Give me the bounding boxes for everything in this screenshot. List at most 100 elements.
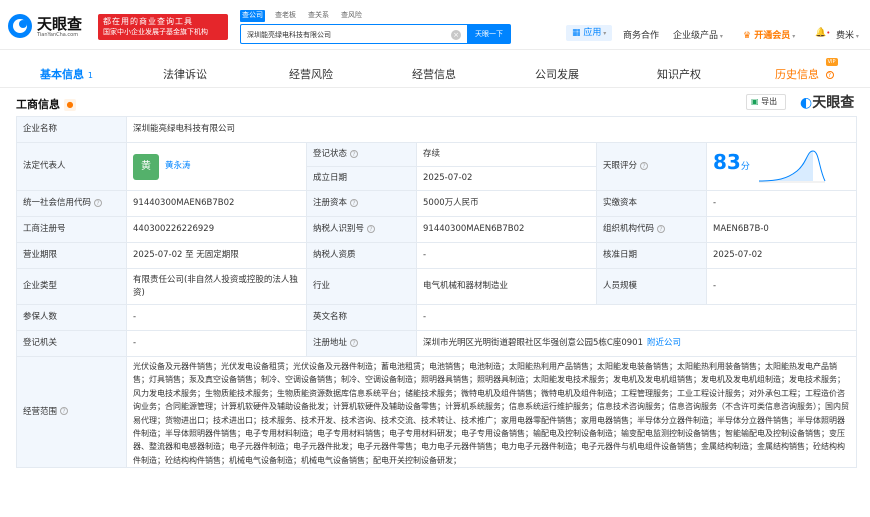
vip-flag: VIP: [825, 58, 838, 66]
staff-size-label: 人员规模: [596, 268, 707, 305]
scope-value: 光伏设备及元器件销售；光伏发电设备租赁；光伏设备及元器件制造；蓄电池租赁；电池销…: [125, 355, 858, 469]
reg-capital-value: 5000万人民币: [416, 190, 597, 217]
taxpayer-qual-label: 纳税人资质: [306, 242, 417, 269]
company-name-label: 企业名称: [16, 116, 127, 143]
taxpayer-id-label-text: 纳税人识别号: [313, 224, 365, 234]
help-icon[interactable]: ?: [640, 161, 649, 170]
term-label: 营业期限: [16, 242, 127, 269]
tab-label: 基本信息: [40, 68, 84, 81]
search-tab-company[interactable]: 查公司: [240, 10, 265, 22]
english-name-label: 英文名称: [306, 304, 417, 331]
tab-basic-info[interactable]: 基本信息 1: [40, 66, 93, 82]
help-icon[interactable]: ?: [350, 198, 359, 207]
address-cell: 深圳市光明区光明街道碧眼社区华强创意公园5栋C座0901 附近公司: [415, 330, 858, 357]
approved-label: 核准日期: [596, 242, 707, 269]
reg-status-label-text: 登记状态: [313, 149, 348, 159]
enterprise-menu[interactable]: 企业级产品 ▾: [673, 28, 723, 41]
main-tabs: 基本信息 1 法律诉讼 经营风险 经营信息 公司发展 知识产权 历史信息 ? VI…: [0, 58, 870, 88]
logo-icon: [8, 14, 32, 38]
tab-ip[interactable]: 知识产权: [657, 66, 701, 82]
established-label: 成立日期: [306, 166, 417, 191]
tab-development[interactable]: 公司发展: [535, 66, 579, 82]
established-value: 2025-07-02: [416, 166, 597, 191]
table-row: 企业名称 深圳能亮绿电科技有限公司: [16, 116, 858, 143]
chevron-down-icon: ▾: [790, 33, 796, 40]
help-icon[interactable]: ?: [60, 407, 69, 416]
authority-label: 登记机关: [16, 330, 127, 357]
address-label-text: 注册地址: [313, 338, 348, 348]
chevron-down-icon: ▾: [854, 33, 859, 40]
tab-risk[interactable]: 经营风险: [289, 66, 333, 82]
address-label: 注册地址?: [306, 330, 417, 357]
legal-rep-link[interactable]: 黄永涛: [165, 161, 191, 171]
tab-legal[interactable]: 法律诉讼: [163, 66, 207, 82]
help-icon[interactable]: ?: [350, 149, 359, 158]
scope-label: 经营范围?: [16, 355, 127, 469]
english-name-value: -: [415, 304, 858, 331]
search-tab-boss[interactable]: 查老板: [273, 10, 298, 22]
insured-label: 参保人数: [16, 304, 127, 331]
brand-watermark: ◐天眼查: [800, 92, 854, 112]
top-bar: 天眼查 TianYanCha.com 都在用的商业查询工具 国家中小企业发展子基…: [0, 0, 870, 50]
table-row: 工商注册号 440300226226929 纳税人识别号? 91440300MA…: [16, 216, 858, 243]
table-row: 参保人数 - 英文名称 -: [16, 304, 858, 331]
business-info-table: 企业名称 深圳能亮绿电科技有限公司 法定代表人 黄黄永涛 登记状态? 存续 天眼…: [16, 116, 858, 469]
tab-history[interactable]: 历史信息 ? VIP: [775, 58, 838, 82]
logo[interactable]: 天眼查 TianYanCha.com: [6, 10, 96, 42]
company-name-value: 深圳能亮绿电科技有限公司: [125, 116, 858, 143]
slogan-line1: 都在用的商业查询工具: [103, 17, 193, 26]
enterprise-label: 企业级产品: [673, 31, 719, 41]
help-icon[interactable]: ?: [657, 224, 666, 233]
user-menu[interactable]: 费米 ▾: [836, 28, 859, 41]
excel-icon: ▣: [751, 97, 759, 106]
reg-capital-label: 注册资本?: [306, 190, 417, 217]
table-row: 法定代表人 黄黄永涛 登记状态? 存续 天眼评分? 83分: [16, 142, 858, 191]
credit-code-value: 91440300MAEN6B7B02: [126, 190, 307, 217]
search-value: 深圳能亮绿电科技有限公司: [247, 31, 331, 39]
taxpayer-id-label: 纳税人识别号?: [306, 216, 417, 243]
export-button[interactable]: ▣ 导出: [746, 94, 786, 110]
app-label: 应用: [583, 28, 602, 38]
search-button[interactable]: 天眼一下: [467, 24, 511, 44]
chevron-down-icon: ▾: [601, 30, 607, 37]
taxpayer-id-value: 91440300MAEN6B7B02: [416, 216, 597, 243]
score-label-text: 天眼评分: [603, 161, 638, 171]
table-row: 企业类型 有限责任公司(非自然人投资或控股的法人独资) 行业 电气机械和器材制造…: [16, 268, 858, 305]
app-menu[interactable]: ▦ 应用 ▾: [566, 25, 613, 41]
help-icon: ?: [825, 71, 834, 79]
business-link[interactable]: 商务合作: [623, 28, 659, 41]
org-code-label: 组织机构代码?: [596, 216, 707, 243]
tab-label: 历史信息: [775, 68, 819, 81]
vip-button[interactable]: ♛ 开通会员 ▾: [743, 28, 795, 41]
score-unit: 分: [740, 162, 750, 172]
grid-icon: ▦: [572, 28, 584, 38]
help-icon[interactable]: ?: [350, 338, 359, 347]
clear-icon[interactable]: ×: [451, 30, 461, 40]
bell-icon[interactable]: 🔔•: [815, 28, 830, 38]
search-input[interactable]: 深圳能亮绿电科技有限公司 ×: [240, 24, 468, 44]
org-code-value: MAEN6B7B-0: [705, 216, 858, 243]
legal-rep-label: 法定代表人: [16, 142, 127, 191]
term-value: 2025-07-02 至 无固定期限: [126, 242, 307, 269]
crown-icon: ♛: [743, 31, 755, 41]
search-tab-relation[interactable]: 查关系: [306, 10, 331, 22]
help-icon[interactable]: ?: [94, 198, 103, 207]
reg-status-value: 存续: [416, 142, 597, 167]
authority-value: -: [126, 330, 307, 357]
logo-subtitle: TianYanCha.com: [37, 32, 79, 38]
reg-no-label: 工商注册号: [16, 216, 127, 243]
section-title-text: 工商信息: [16, 98, 60, 111]
tab-operation[interactable]: 经营信息: [412, 66, 456, 82]
score-cell[interactable]: 83分: [705, 142, 858, 191]
slogan-line2: 国家中小企业发展子基金旗下机构: [103, 28, 208, 36]
score-number: 83: [713, 150, 741, 174]
type-label: 企业类型: [16, 268, 127, 305]
flame-icon: ●: [64, 99, 76, 111]
scope-label-text: 经营范围: [23, 406, 58, 417]
table-row: 登记机关 - 注册地址? 深圳市光明区光明街道碧眼社区华强创意公园5栋C座090…: [16, 330, 858, 357]
logo-name: 天眼查: [37, 15, 83, 33]
search-tab-risk[interactable]: 查风险: [339, 10, 364, 22]
help-icon[interactable]: ?: [367, 224, 376, 233]
nearby-company-link[interactable]: 附近公司: [647, 338, 681, 348]
credit-code-label: 统一社会信用代码?: [16, 190, 127, 217]
